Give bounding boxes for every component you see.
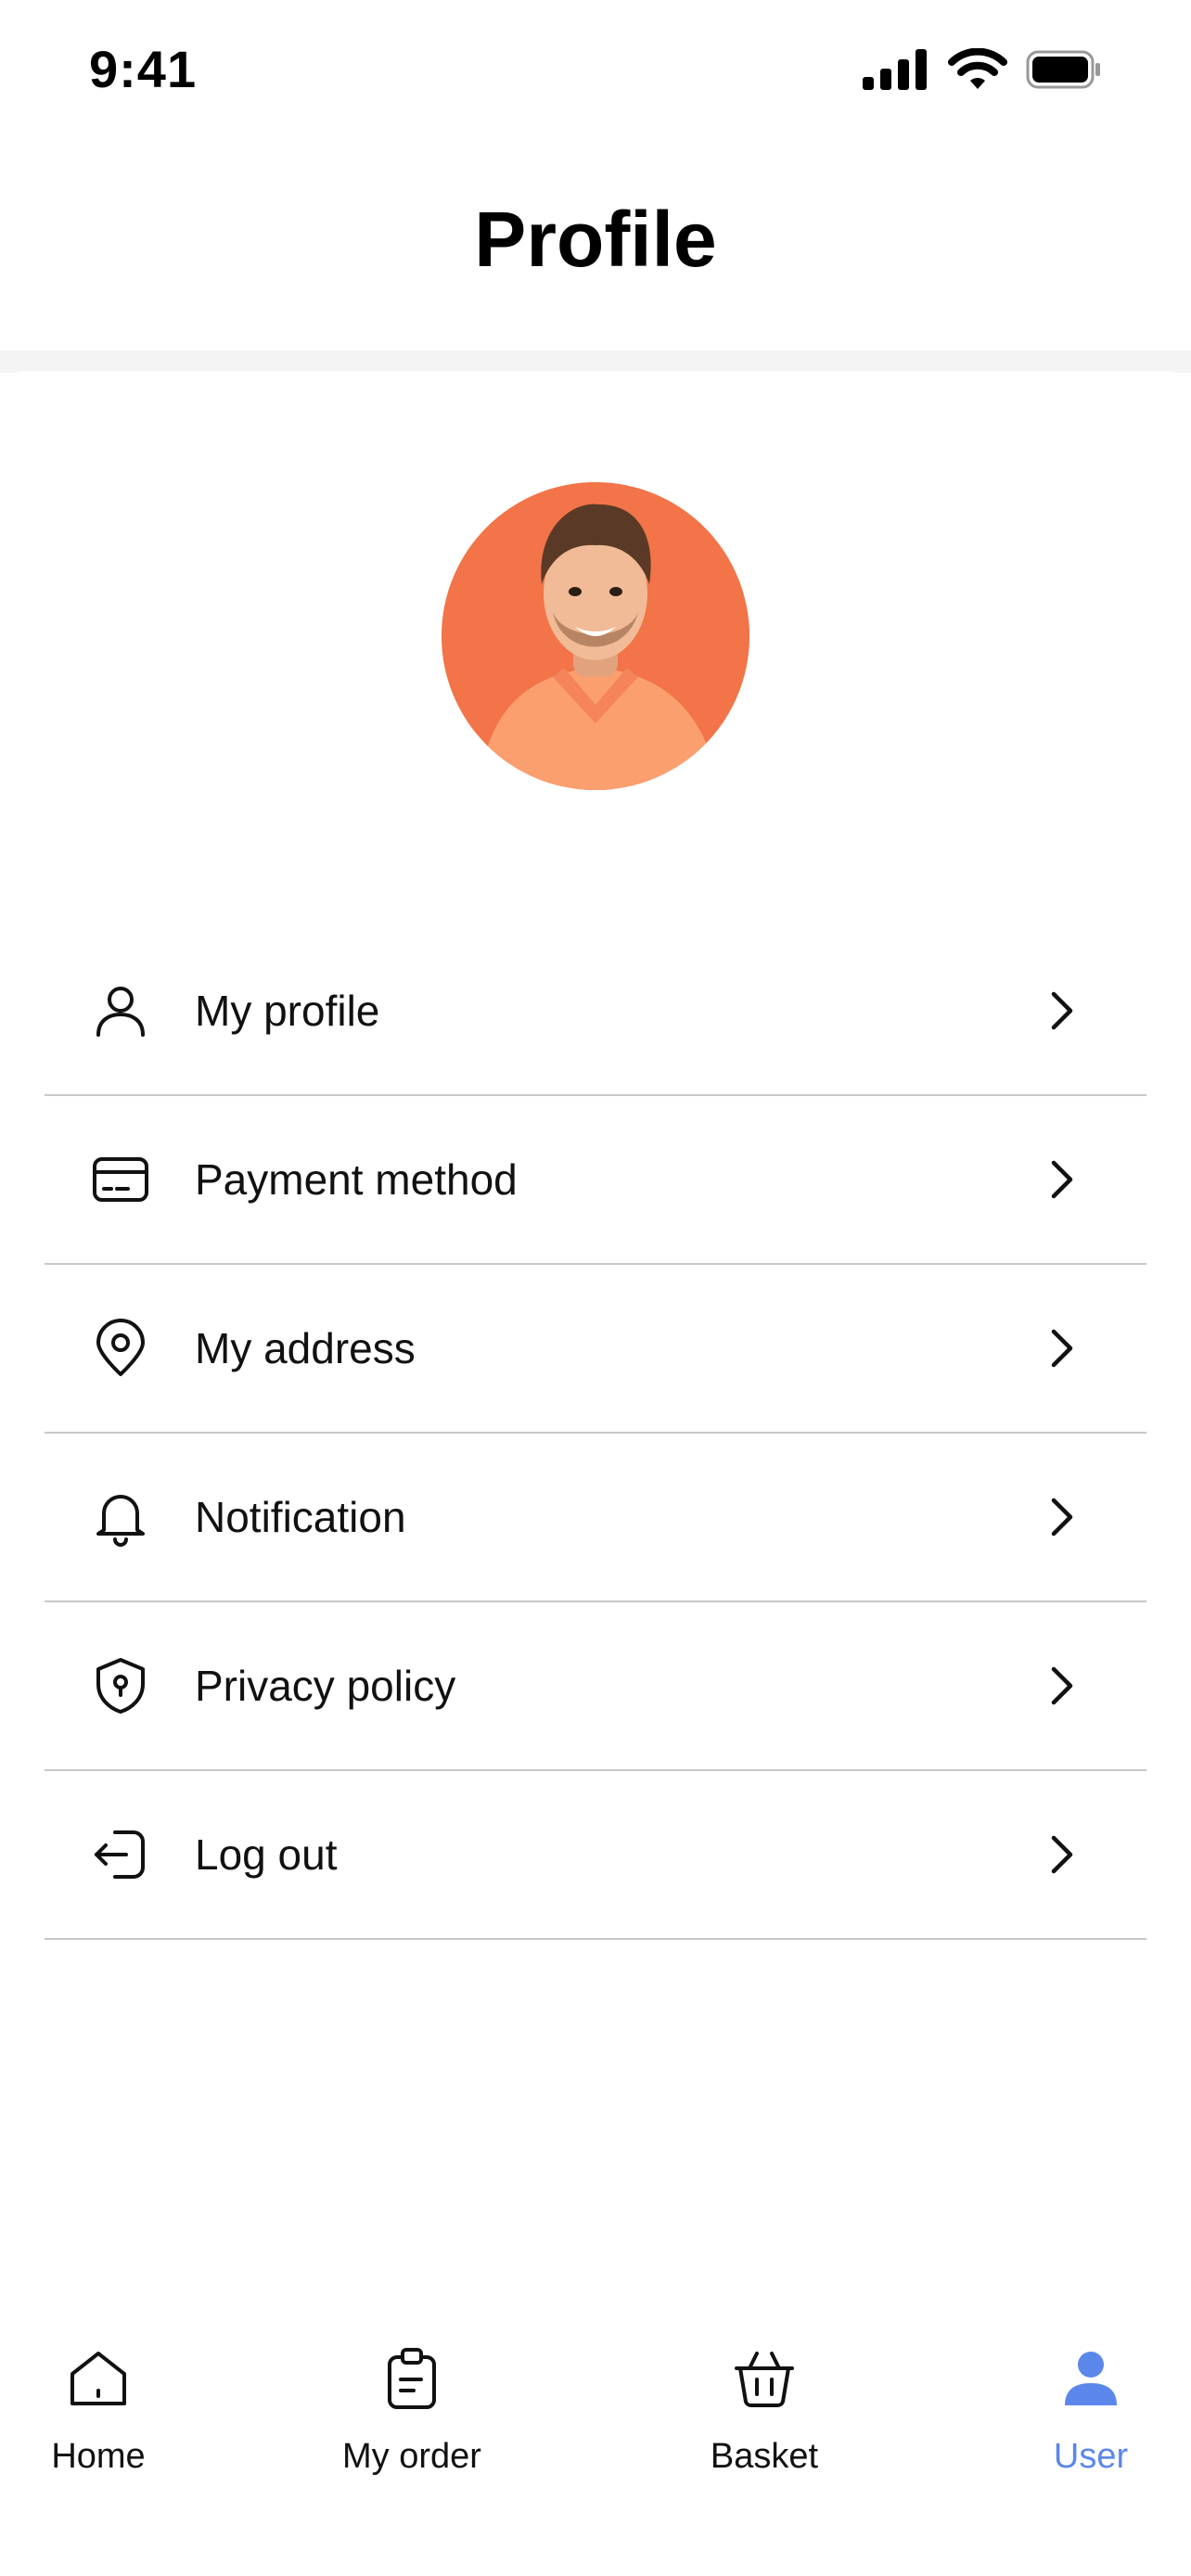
menu-item-label: My profile <box>195 987 380 1035</box>
menu-item-my-address[interactable]: My address <box>45 1265 1146 1434</box>
chevron-right-icon <box>1051 1835 1073 1874</box>
home-icon <box>70 2352 126 2405</box>
nav-label: User <box>1053 2437 1129 2476</box>
nav-label: My order <box>342 2437 481 2476</box>
chevron-right-icon <box>1051 991 1073 1030</box>
nav-label: Home <box>51 2437 146 2476</box>
menu-item-notification[interactable]: Notification <box>45 1434 1146 1602</box>
battery-icon <box>1026 50 1100 89</box>
nav-item-basket[interactable]: Basket <box>644 2346 885 2477</box>
bell-icon <box>96 1495 145 1547</box>
menu-item-my-profile[interactable]: My profile <box>45 927 1146 1096</box>
status-bar: 9:41 <box>0 0 1191 144</box>
basket-icon <box>735 2352 794 2407</box>
status-time: 9:41 <box>89 40 198 98</box>
user-icon <box>96 987 145 1037</box>
page-title: Profile <box>474 196 717 283</box>
chevron-right-icon <box>1051 1498 1073 1537</box>
menu-item-label: Notification <box>195 1493 406 1541</box>
menu-item-label: Privacy policy <box>195 1662 456 1710</box>
nav-item-user[interactable]: User <box>970 2346 1191 2477</box>
chevron-right-icon <box>1051 1160 1073 1199</box>
shield-icon <box>96 1658 145 1714</box>
nav-item-home[interactable]: Home <box>0 2346 219 2477</box>
menu-item-label: Payment method <box>195 1155 518 1204</box>
avatar[interactable] <box>442 482 749 790</box>
signal-icon <box>863 49 927 90</box>
logout-icon <box>95 1830 145 1879</box>
avatar-photo <box>442 482 749 790</box>
wifi-icon <box>948 48 1007 89</box>
menu-item-privacy-policy[interactable]: Privacy policy <box>45 1602 1146 1771</box>
menu-item-log-out[interactable]: Log out <box>45 1771 1146 1940</box>
chevron-right-icon <box>1051 1329 1073 1368</box>
nav-item-my-order[interactable]: My order <box>291 2346 532 2477</box>
location-pin-icon <box>96 1319 145 1376</box>
nav-label: Basket <box>710 2437 819 2476</box>
bottom-nav: Home My order Basket User <box>0 2346 1191 2576</box>
header-divider <box>0 351 1191 373</box>
menu-item-payment-method[interactable]: Payment method <box>45 1096 1146 1265</box>
user-filled-icon <box>1065 2352 1117 2405</box>
clipboard-icon <box>388 2348 436 2409</box>
chevron-right-icon <box>1051 1666 1073 1705</box>
card-icon <box>93 1157 148 1202</box>
menu-item-label: My address <box>195 1324 416 1372</box>
status-icons <box>863 48 1102 91</box>
menu-item-label: Log out <box>195 1830 338 1879</box>
profile-menu: My profile Payment method My address Not… <box>45 927 1146 1940</box>
